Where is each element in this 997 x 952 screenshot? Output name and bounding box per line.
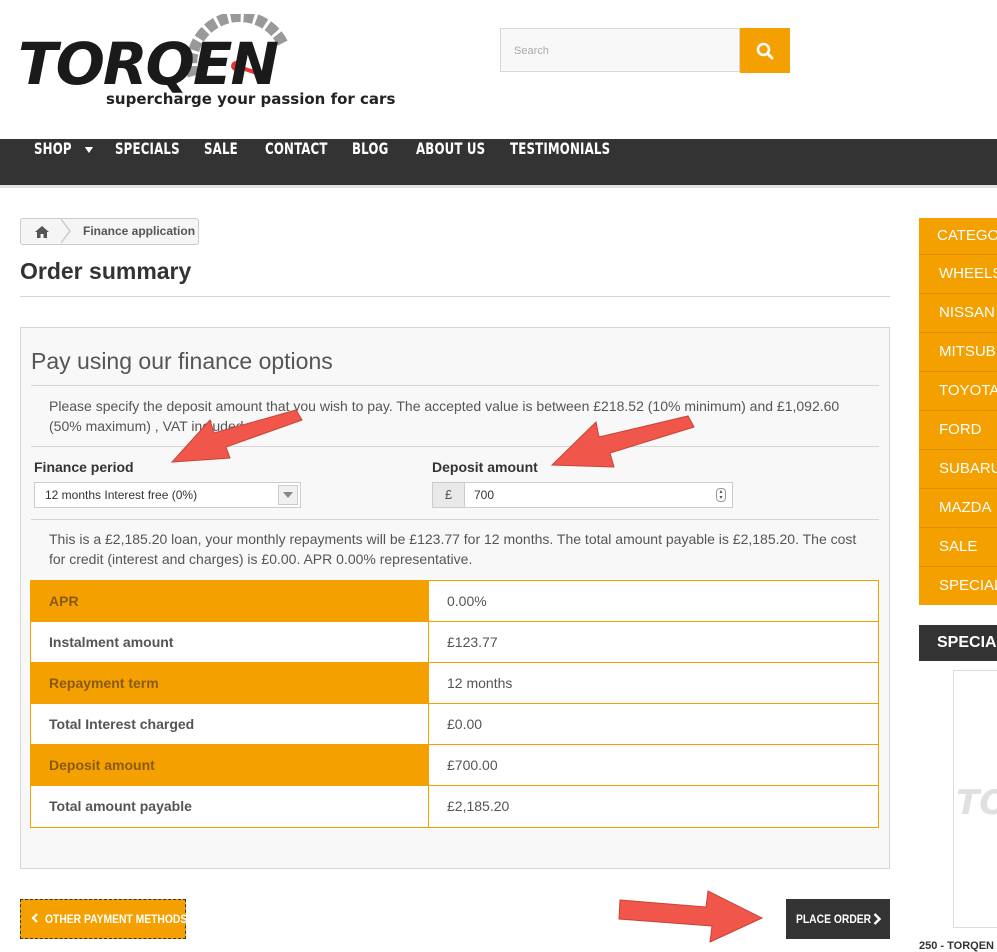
breadcrumb-separator-inner bbox=[60, 219, 69, 243]
row-label: Total Interest charged bbox=[31, 704, 429, 744]
category-item[interactable]: SUBARU bbox=[919, 449, 997, 488]
currency-addon: £ bbox=[432, 482, 465, 508]
deposit-amount-value: 700 bbox=[474, 488, 495, 502]
row-label: Total amount payable bbox=[31, 786, 429, 827]
logo-wordmark: TORQEN bbox=[18, 30, 279, 98]
breadcrumb-current: Finance application bbox=[83, 224, 196, 238]
category-item[interactable]: MITSUB bbox=[919, 332, 997, 371]
loan-summary-text: This is a £2,185.20 loan, your monthly r… bbox=[49, 531, 857, 567]
search-button[interactable] bbox=[740, 28, 790, 73]
row-value: 0.00% bbox=[429, 581, 878, 621]
category-item[interactable]: TOYOTA bbox=[919, 371, 997, 410]
row-value: £2,185.20 bbox=[429, 786, 878, 827]
table-row: Repayment term 12 months bbox=[31, 663, 878, 704]
other-payment-methods-label: OTHER PAYMENT METHODS bbox=[45, 912, 188, 926]
product-image-logo: TO bbox=[956, 783, 997, 823]
category-item[interactable]: MAZDA bbox=[919, 488, 997, 527]
finance-details-table: APR 0.00% Instalment amount £123.77 Repa… bbox=[30, 580, 879, 828]
table-row: Deposit amount £700.00 bbox=[31, 745, 878, 786]
divider bbox=[31, 385, 879, 386]
logo-tagline: supercharge your passion for cars bbox=[106, 90, 396, 108]
nav-contact[interactable]: CONTACT bbox=[265, 139, 328, 185]
categories-panel: CATEGO WHEELS NISSAN MITSUB TOYOTA FORD … bbox=[919, 218, 997, 605]
page-title: Order summary bbox=[20, 258, 192, 284]
nav-about-us[interactable]: ABOUT US bbox=[416, 139, 485, 185]
annotation-arrow-icon bbox=[618, 890, 764, 943]
divider bbox=[31, 446, 879, 447]
nav-sale[interactable]: SALE bbox=[204, 139, 238, 185]
table-row: Instalment amount £123.77 bbox=[31, 622, 878, 663]
place-order-label: PLACE ORDER bbox=[796, 912, 872, 926]
deposit-instructions: Please specify the deposit amount that y… bbox=[49, 398, 840, 434]
finance-panel-title: Pay using our finance options bbox=[31, 348, 333, 374]
chevron-down-icon bbox=[278, 485, 298, 505]
search-input[interactable]: Search bbox=[500, 28, 740, 72]
site-logo[interactable]: TORQEN supercharge your passion for cars bbox=[18, 14, 396, 114]
table-row: APR 0.00% bbox=[31, 581, 878, 622]
breadcrumb: Finance application bbox=[20, 218, 199, 245]
nav-shop-label: SHOP bbox=[34, 139, 72, 158]
divider bbox=[31, 519, 879, 520]
row-label: Instalment amount bbox=[31, 622, 429, 662]
nav-specials[interactable]: SPECIALS bbox=[115, 139, 180, 185]
special-product-card[interactable]: TO bbox=[953, 670, 997, 928]
finance-period-select[interactable]: 12 months Interest free (0%) bbox=[34, 482, 301, 508]
row-value: 12 months bbox=[429, 663, 878, 703]
category-item[interactable]: FORD bbox=[919, 410, 997, 449]
search-placeholder: Search bbox=[514, 45, 549, 57]
categories-heading: CATEGO bbox=[937, 227, 997, 244]
category-item[interactable]: NISSAN bbox=[919, 293, 997, 332]
deposit-amount-label: Deposit amount bbox=[432, 459, 538, 475]
breadcrumb-home[interactable] bbox=[21, 219, 63, 244]
row-value: £0.00 bbox=[429, 704, 878, 744]
row-label: Repayment term bbox=[31, 663, 429, 703]
number-spinner-icon[interactable]: ▴ ▾ bbox=[716, 488, 726, 502]
search-icon bbox=[756, 42, 774, 59]
place-order-button[interactable]: PLACE ORDER bbox=[786, 899, 890, 939]
specials-heading: SPECIAL bbox=[919, 625, 997, 661]
finance-period-label: Finance period bbox=[34, 459, 134, 475]
other-payment-methods-button[interactable]: OTHER PAYMENT METHODS bbox=[20, 899, 188, 939]
finance-period-value: 12 months Interest free (0%) bbox=[45, 488, 198, 502]
table-row: Total Interest charged £0.00 bbox=[31, 704, 878, 745]
chevron-left-icon bbox=[31, 913, 38, 923]
row-value: £123.77 bbox=[429, 622, 878, 662]
category-item[interactable]: SPECIAL bbox=[919, 566, 997, 605]
row-label: Deposit amount bbox=[31, 745, 429, 785]
row-label: APR bbox=[31, 581, 429, 621]
special-product-title[interactable]: 250 - TORQEN bbox=[919, 940, 994, 952]
main-nav: SHOP SPECIALS SALE CONTACT BLOG ABOUT US… bbox=[0, 139, 997, 188]
table-row: Total amount payable £2,185.20 bbox=[31, 786, 878, 827]
chevron-right-icon bbox=[873, 913, 881, 925]
divider bbox=[20, 296, 890, 297]
category-item[interactable]: SALE bbox=[919, 527, 997, 566]
nav-blog[interactable]: BLOG bbox=[352, 139, 388, 185]
caret-down-icon bbox=[85, 147, 94, 153]
deposit-amount-input[interactable]: 700 ▴ ▾ bbox=[464, 482, 733, 508]
category-item[interactable]: WHEELS bbox=[919, 254, 997, 293]
row-value: £700.00 bbox=[429, 745, 878, 785]
home-icon bbox=[35, 225, 49, 238]
nav-shop[interactable]: SHOP bbox=[34, 139, 94, 185]
nav-testimonials[interactable]: TESTIMONIALS bbox=[510, 139, 610, 185]
